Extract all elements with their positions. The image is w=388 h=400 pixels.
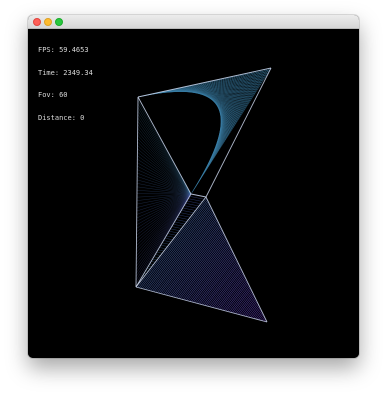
minimize-button[interactable] xyxy=(44,17,52,26)
app-window: FPS: 59.4653 Time: 2349.34 Fov: 60 Dista… xyxy=(28,15,359,358)
wireframe-shape xyxy=(135,67,272,323)
lower-triangle-mesh xyxy=(135,193,267,322)
close-button[interactable] xyxy=(33,17,41,26)
title-bar[interactable] xyxy=(28,15,359,29)
upper-triangle-mesh xyxy=(135,67,272,288)
render-canvas[interactable]: FPS: 59.4653 Time: 2349.34 Fov: 60 Dista… xyxy=(28,29,359,358)
zoom-button[interactable] xyxy=(55,17,63,26)
